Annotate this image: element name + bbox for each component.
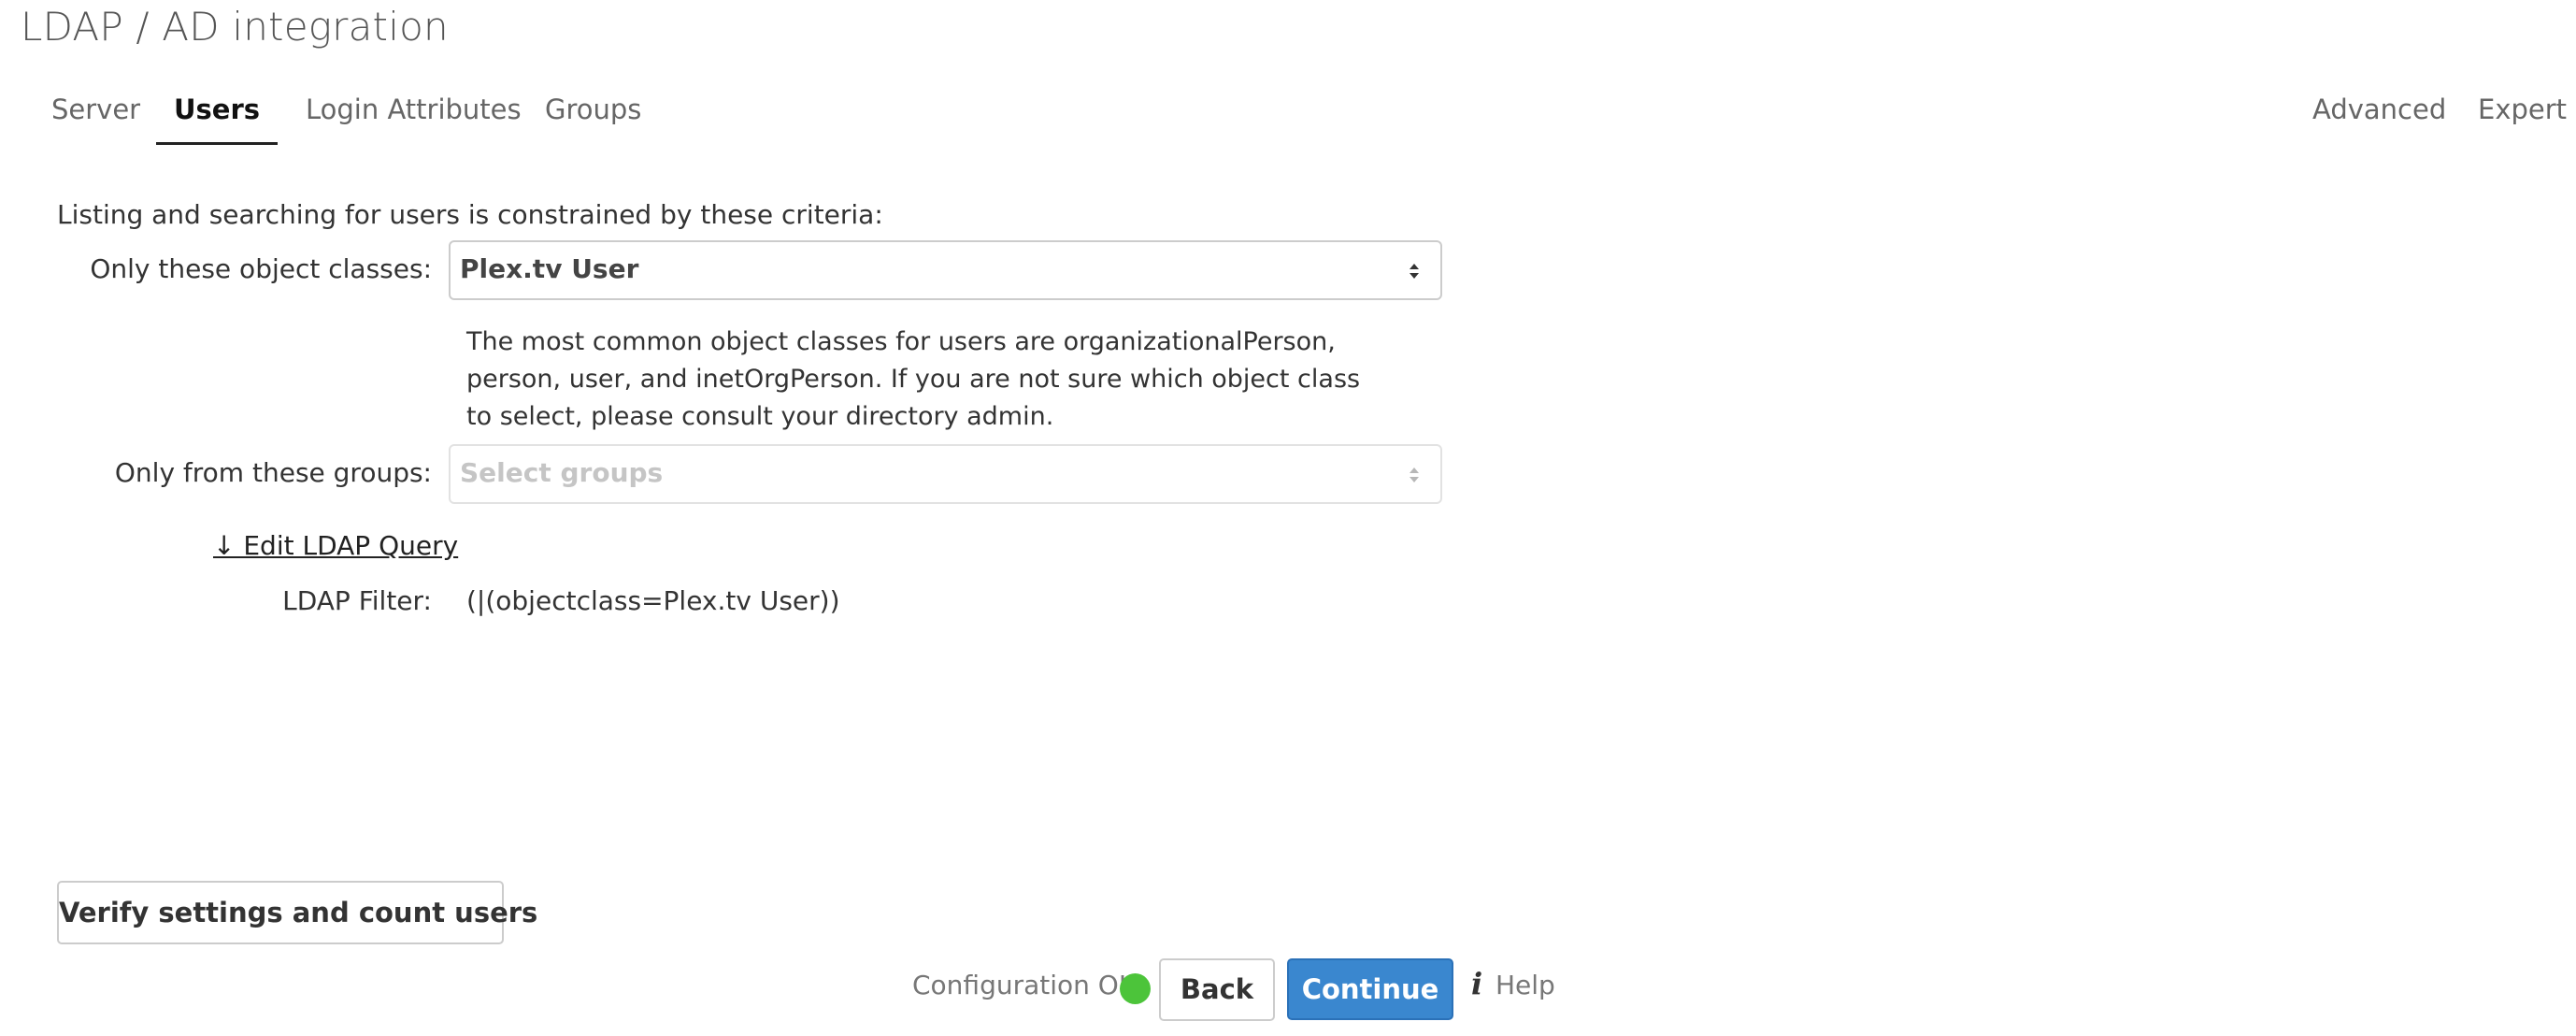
groups-label: Only from these groups:: [114, 457, 432, 488]
help-link[interactable]: Help: [1496, 970, 1555, 1000]
select-arrows-icon: [1410, 468, 1419, 482]
select-arrows-icon: [1410, 264, 1419, 279]
continue-button[interactable]: Continue: [1287, 958, 1453, 1020]
info-icon[interactable]: i: [1471, 966, 1482, 1001]
verify-settings-button[interactable]: Verify settings and count users: [57, 881, 537, 944]
edit-ldap-query-link[interactable]: ↓ Edit LDAP Query: [213, 530, 458, 561]
tab-expert[interactable]: Expert: [2478, 86, 2567, 142]
ldap-filter-label: LDAP Filter:: [282, 585, 432, 616]
status-ok-indicator: [1120, 973, 1151, 1004]
tab-advanced[interactable]: Advanced: [2312, 86, 2446, 142]
tab-server[interactable]: Server: [51, 86, 140, 142]
page-title: LDAP / AD integration: [21, 4, 449, 50]
tab-users[interactable]: Users: [156, 86, 278, 145]
ldap-filter-value: (|(objectclass=Plex.tv User)): [466, 585, 840, 616]
groups-placeholder: Select groups: [460, 457, 664, 488]
back-button[interactable]: Back: [1159, 958, 1275, 1021]
object-classes-label: Only these object classes:: [90, 253, 432, 284]
configuration-status-text: Configuration OK: [912, 970, 1137, 1000]
ldap-wizard-page: LDAP / AD integration Server Users Login…: [0, 0, 2576, 1036]
object-classes-help-text: The most common object classes for users…: [466, 327, 1361, 431]
object-classes-select[interactable]: Plex.tv User: [449, 240, 1442, 300]
tab-bar: Server Users Login Attributes Groups Adv…: [0, 86, 2576, 145]
tab-login-attributes[interactable]: Login Attributes: [306, 86, 522, 142]
groups-select[interactable]: Select groups: [449, 444, 1442, 504]
tab-groups[interactable]: Groups: [545, 86, 641, 142]
object-classes-value: Plex.tv User: [460, 253, 639, 284]
criteria-description: Listing and searching for users is const…: [57, 199, 883, 230]
